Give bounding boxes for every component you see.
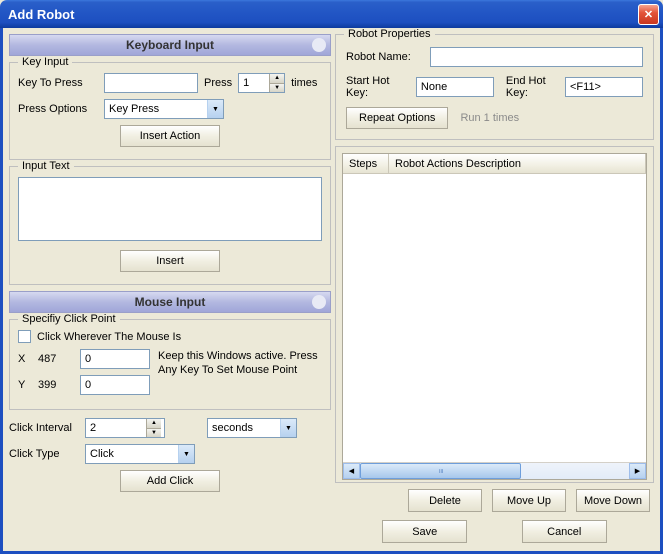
dialog-content: Keyboard Input Key Input Key To Press Pr… bbox=[0, 28, 663, 554]
click-interval-spinner[interactable]: ▲▼ bbox=[85, 418, 165, 438]
keyboard-panel: Keyboard Input Key Input Key To Press Pr… bbox=[9, 34, 331, 285]
key-input-group: Key Input Key To Press Press ▲▼ times Pr… bbox=[9, 62, 331, 160]
mouse-panel: Mouse Input Specifiy Click Point Click W… bbox=[9, 291, 331, 496]
click-type-value: Click bbox=[86, 448, 178, 460]
spin-down-icon[interactable]: ▼ bbox=[269, 84, 284, 93]
save-button[interactable]: Save bbox=[382, 520, 467, 543]
press-options-value: Key Press bbox=[105, 103, 207, 115]
table-body[interactable] bbox=[343, 174, 646, 462]
spin-up-icon[interactable]: ▲ bbox=[269, 74, 284, 84]
window-title: Add Robot bbox=[8, 7, 74, 22]
specify-click-legend: Specifiy Click Point bbox=[18, 313, 120, 325]
click-type-combo[interactable]: Click ▼ bbox=[85, 444, 195, 464]
repeat-options-button[interactable]: Repeat Options bbox=[346, 107, 448, 129]
actions-column-header[interactable]: Robot Actions Description bbox=[389, 154, 646, 174]
chevron-down-icon[interactable]: ▼ bbox=[207, 100, 223, 118]
scroll-left-icon[interactable]: ◀ bbox=[343, 463, 360, 479]
start-hotkey-input[interactable] bbox=[416, 77, 494, 97]
x-label: X bbox=[18, 353, 32, 365]
y-display: 399 bbox=[38, 379, 74, 391]
repeat-text: Run 1 times bbox=[460, 112, 519, 124]
mouse-hint-text: Keep this Windows active. Press Any Key … bbox=[158, 349, 322, 378]
press-options-combo[interactable]: Key Press ▼ bbox=[104, 99, 224, 119]
input-text-group: Input Text Insert bbox=[9, 166, 331, 285]
keyboard-panel-header: Keyboard Input bbox=[9, 34, 331, 56]
interval-unit-combo[interactable]: seconds ▼ bbox=[207, 418, 297, 438]
add-click-button[interactable]: Add Click bbox=[120, 470, 220, 492]
spin-up-icon[interactable]: ▲ bbox=[146, 419, 161, 429]
robot-name-label: Robot Name: bbox=[346, 51, 424, 63]
click-wherever-checkbox[interactable] bbox=[18, 330, 31, 343]
click-interval-input[interactable] bbox=[86, 419, 146, 437]
move-up-button[interactable]: Move Up bbox=[492, 489, 566, 512]
chevron-down-icon[interactable]: ▼ bbox=[280, 419, 296, 437]
actions-table-wrap: Steps Robot Actions Description ◀ ▶ bbox=[335, 146, 654, 483]
left-column: Keyboard Input Key Input Key To Press Pr… bbox=[9, 34, 331, 545]
mouse-panel-title: Mouse Input bbox=[16, 295, 324, 309]
table-header: Steps Robot Actions Description bbox=[343, 154, 646, 174]
click-wherever-label: Click Wherever The Mouse Is bbox=[37, 331, 181, 343]
x-input[interactable] bbox=[80, 349, 150, 369]
collapse-icon[interactable] bbox=[312, 295, 326, 309]
press-label: Press bbox=[204, 77, 232, 89]
times-label: times bbox=[291, 77, 317, 89]
close-button[interactable]: ✕ bbox=[638, 4, 659, 25]
input-text-legend: Input Text bbox=[18, 160, 74, 172]
spin-down-icon[interactable]: ▼ bbox=[146, 429, 161, 438]
click-interval-label: Click Interval bbox=[9, 422, 79, 434]
press-options-label: Press Options bbox=[18, 103, 98, 115]
start-hotkey-label: Start Hot Key: bbox=[346, 75, 410, 99]
press-count-spinner[interactable]: ▲▼ bbox=[238, 73, 285, 93]
collapse-icon[interactable] bbox=[312, 38, 326, 52]
robot-name-input[interactable] bbox=[430, 47, 643, 67]
mouse-panel-header: Mouse Input bbox=[9, 291, 331, 313]
scroll-right-icon[interactable]: ▶ bbox=[629, 463, 646, 479]
steps-column-header[interactable]: Steps bbox=[343, 154, 389, 174]
end-hotkey-input[interactable] bbox=[565, 77, 643, 97]
dialog-buttons-row: Save Cancel bbox=[335, 518, 654, 545]
key-to-press-label: Key To Press bbox=[18, 77, 98, 89]
right-column: Robot Properties Robot Name: Start Hot K… bbox=[335, 34, 654, 545]
click-type-label: Click Type bbox=[9, 448, 79, 460]
y-input[interactable] bbox=[80, 375, 150, 395]
close-icon: ✕ bbox=[644, 8, 653, 21]
delete-button[interactable]: Delete bbox=[408, 489, 482, 512]
end-hotkey-label: End Hot Key: bbox=[506, 75, 559, 99]
key-input-legend: Key Input bbox=[18, 56, 72, 68]
keyboard-panel-title: Keyboard Input bbox=[16, 38, 324, 52]
table-buttons-row: Delete Move Up Move Down bbox=[335, 489, 654, 512]
scroll-track[interactable] bbox=[360, 463, 629, 479]
robot-properties-group: Robot Properties Robot Name: Start Hot K… bbox=[335, 34, 654, 140]
interval-unit-value: seconds bbox=[208, 422, 280, 434]
move-down-button[interactable]: Move Down bbox=[576, 489, 650, 512]
input-text-area[interactable] bbox=[18, 177, 322, 241]
y-label: Y bbox=[18, 379, 32, 391]
chevron-down-icon[interactable]: ▼ bbox=[178, 445, 194, 463]
title-bar: Add Robot ✕ bbox=[0, 0, 663, 28]
cancel-button[interactable]: Cancel bbox=[522, 520, 607, 543]
scroll-thumb[interactable] bbox=[360, 463, 521, 479]
horizontal-scrollbar[interactable]: ◀ ▶ bbox=[343, 462, 646, 479]
insert-button[interactable]: Insert bbox=[120, 250, 220, 272]
x-display: 487 bbox=[38, 353, 74, 365]
key-to-press-input[interactable] bbox=[104, 73, 198, 93]
specify-click-group: Specifiy Click Point Click Wherever The … bbox=[9, 319, 331, 410]
robot-properties-legend: Robot Properties bbox=[344, 28, 435, 40]
press-count-input[interactable] bbox=[239, 74, 269, 92]
actions-table[interactable]: Steps Robot Actions Description ◀ ▶ bbox=[342, 153, 647, 480]
insert-action-button[interactable]: Insert Action bbox=[120, 125, 220, 147]
